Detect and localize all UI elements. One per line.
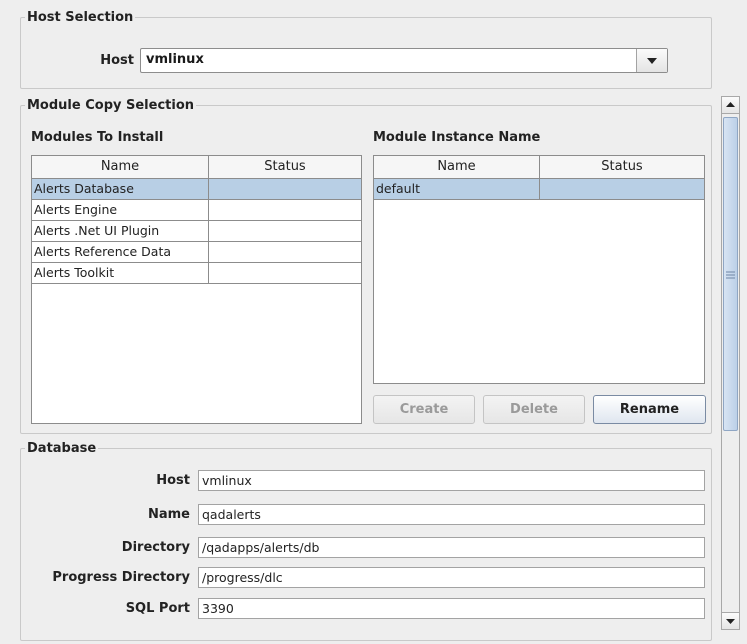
module-status-cell xyxy=(209,242,361,262)
table-row[interactable]: Alerts Toolkit xyxy=(32,263,361,284)
module-copy-legend: Module Copy Selection xyxy=(27,98,195,113)
modules-table: Name Status Alerts Database Alerts Engin… xyxy=(31,155,362,424)
db-directory-label: Directory xyxy=(121,540,190,555)
module-status-cell xyxy=(209,200,361,220)
delete-button[interactable]: Delete xyxy=(483,395,585,424)
module-name-cell: Alerts Database xyxy=(32,179,209,199)
modules-col-name[interactable]: Name xyxy=(32,156,209,178)
module-instance-name-title: Module Instance Name xyxy=(373,130,541,145)
db-sql-port-field[interactable]: 3390 xyxy=(198,598,705,619)
modules-col-status[interactable]: Status xyxy=(209,156,361,178)
host-select-arrow-button[interactable] xyxy=(636,49,667,72)
db-progress-directory-label: Progress Directory xyxy=(52,570,190,585)
module-status-cell xyxy=(209,263,361,283)
table-row[interactable]: Alerts Database xyxy=(32,179,361,200)
table-row[interactable]: Alerts Engine xyxy=(32,200,361,221)
arrow-up-icon xyxy=(726,102,735,107)
db-sql-port-label: SQL Port xyxy=(125,601,190,616)
instance-name-cell: default xyxy=(374,179,540,199)
instances-table-header: Name Status xyxy=(374,156,704,179)
table-row[interactable]: Alerts .Net UI Plugin xyxy=(32,221,361,242)
module-status-cell xyxy=(209,179,361,199)
db-name-field[interactable]: qadalerts xyxy=(198,504,705,525)
vertical-scrollbar[interactable] xyxy=(721,96,740,630)
db-directory-field[interactable]: /qadapps/alerts/db xyxy=(198,537,705,558)
host-label: Host xyxy=(100,53,134,68)
db-progress-directory-field[interactable]: /progress/dlc xyxy=(198,567,705,588)
instance-status-cell xyxy=(540,179,704,199)
table-row[interactable]: Alerts Reference Data xyxy=(32,242,361,263)
scroll-down-button[interactable] xyxy=(722,612,739,629)
module-name-cell: Alerts Toolkit xyxy=(32,263,209,283)
scroll-thumb[interactable] xyxy=(723,117,738,431)
module-name-cell: Alerts Engine xyxy=(32,200,209,220)
scroll-up-button[interactable] xyxy=(722,97,739,114)
host-selection-legend: Host Selection xyxy=(27,10,134,25)
grip-icon xyxy=(726,271,735,279)
module-name-cell: Alerts .Net UI Plugin xyxy=(32,221,209,241)
instances-table: Name Status default xyxy=(373,155,705,384)
module-name-cell: Alerts Reference Data xyxy=(32,242,209,262)
table-row[interactable]: default xyxy=(374,179,704,200)
module-status-cell xyxy=(209,221,361,241)
instances-col-name[interactable]: Name xyxy=(374,156,540,178)
arrow-down-icon xyxy=(726,619,735,624)
chevron-down-icon xyxy=(647,58,657,64)
db-name-label: Name xyxy=(147,507,190,522)
database-legend: Database xyxy=(27,441,97,456)
rename-button[interactable]: Rename xyxy=(593,395,706,424)
modules-table-header: Name Status xyxy=(32,156,361,179)
db-host-field[interactable]: vmlinux xyxy=(198,470,705,491)
modules-to-install-title: Modules To Install xyxy=(31,130,164,145)
create-button[interactable]: Create xyxy=(373,395,475,424)
host-select[interactable]: vmlinux xyxy=(140,48,668,73)
instances-col-status[interactable]: Status xyxy=(540,156,704,178)
db-host-label: Host xyxy=(156,473,190,488)
host-select-value: vmlinux xyxy=(146,52,204,67)
